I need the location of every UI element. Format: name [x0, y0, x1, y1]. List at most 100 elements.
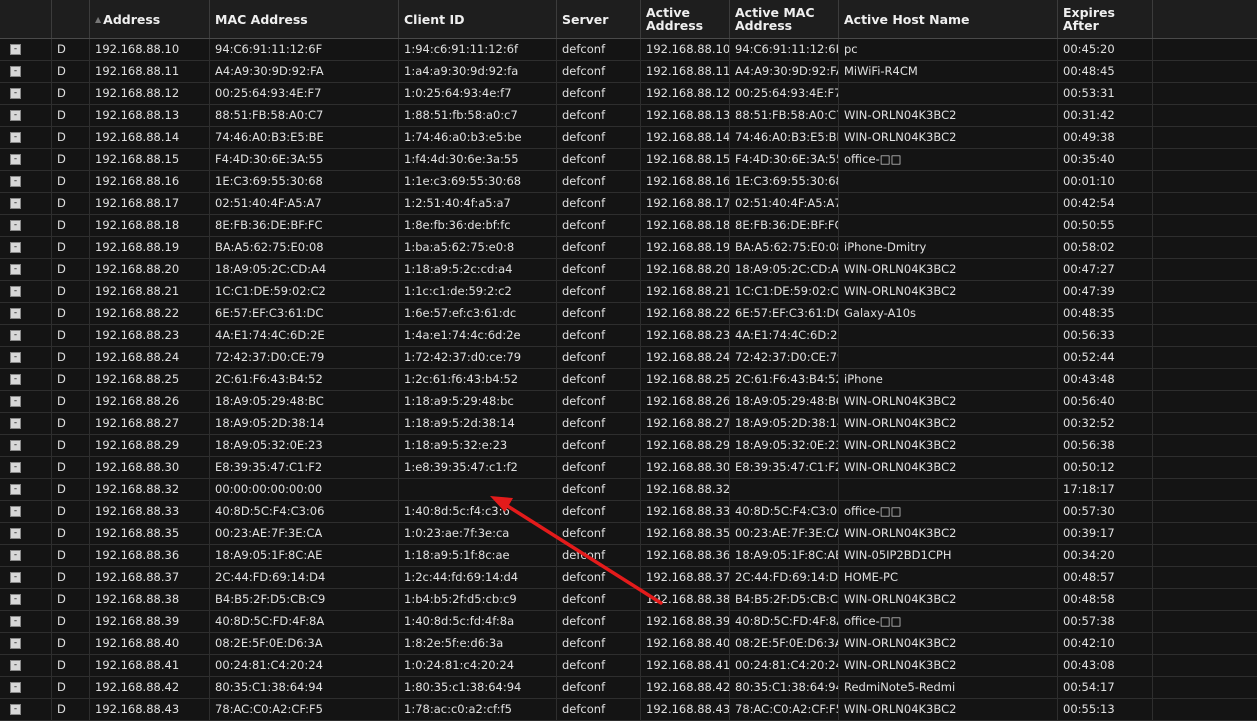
column-header-client-id[interactable]: Client ID [399, 0, 557, 38]
cell-address: 192.168.88.36 [90, 545, 210, 566]
table-row[interactable]: - D 192.168.88.29 18:A9:05:32:0E:23 1:18:a9:… [0, 435, 1257, 457]
table-row[interactable]: - D 192.168.88.35 00:23:AE:7F:3E:CA 1:0:23:a… [0, 523, 1257, 545]
minus-icon[interactable]: - [10, 418, 21, 429]
cell-action: - [0, 303, 52, 324]
minus-icon[interactable]: - [10, 176, 21, 187]
cell-active-mac-address: 94:C6:91:11:12:6F [730, 39, 839, 60]
minus-icon[interactable]: - [10, 198, 21, 209]
cell-active-address: 192.168.88.38 [641, 589, 730, 610]
minus-icon[interactable]: - [10, 396, 21, 407]
cell-active-host-name: WIN-ORLN04K3BC2 [839, 655, 1058, 676]
column-header-active-host-name[interactable]: Active Host Name [839, 0, 1058, 38]
minus-icon[interactable]: - [10, 528, 21, 539]
cell-action: - [0, 567, 52, 588]
minus-icon[interactable]: - [10, 462, 21, 473]
cell-client-id: 1:80:35:c1:38:64:94 [399, 677, 557, 698]
table-row[interactable]: - D 192.168.88.18 8E:FB:36:DE:BF:FC 1:8e:fb:… [0, 215, 1257, 237]
table-row[interactable]: - D 192.168.88.33 40:8D:5C:F4:C3:06 1:40:8d:… [0, 501, 1257, 523]
minus-icon[interactable]: - [10, 594, 21, 605]
table-row[interactable]: - D 192.168.88.12 00:25:64:93:4E:F7 1:0:25:6… [0, 83, 1257, 105]
minus-icon[interactable]: - [10, 374, 21, 385]
cell-active-mac-address: 6E:57:EF:C3:61:DC [730, 303, 839, 324]
table-row[interactable]: - D 192.168.88.39 40:8D:5C:FD:4F:8A 1:40:8d:… [0, 611, 1257, 633]
table-row[interactable]: - D 192.168.88.14 74:46:A0:B3:E5:BE 1:74:46:… [0, 127, 1257, 149]
cell-client-id: 1:ba:a5:62:75:e0:8 [399, 237, 557, 258]
table-row[interactable]: - D 192.168.88.25 2C:61:F6:43:B4:52 1:2c:61:… [0, 369, 1257, 391]
cell-mac-address: 00:24:81:C4:20:24 [210, 655, 399, 676]
minus-icon[interactable]: - [10, 154, 21, 165]
table-row[interactable]: - D 192.168.88.21 1C:C1:DE:59:02:C2 1:1c:c1:… [0, 281, 1257, 303]
table-row[interactable]: - D 192.168.88.36 18:A9:05:1F:8C:AE 1:18:a9:… [0, 545, 1257, 567]
table-row[interactable]: - D 192.168.88.30 E8:39:35:47:C1:F2 1:e8:39:… [0, 457, 1257, 479]
minus-icon[interactable]: - [10, 704, 21, 715]
cell-expires-after: 00:53:31 [1058, 83, 1153, 104]
table-row[interactable]: - D 192.168.88.15 F4:4D:30:6E:3A:55 1:f4:4d:… [0, 149, 1257, 171]
table-row[interactable]: - D 192.168.88.42 80:35:C1:38:64:94 1:80:35:… [0, 677, 1257, 699]
cell-server: defconf [557, 457, 641, 478]
table-body: - D 192.168.88.10 94:C6:91:11:12:6F 1:94:c6:… [0, 39, 1257, 721]
minus-icon[interactable]: - [10, 66, 21, 77]
table-row[interactable]: - D 192.168.88.19 BA:A5:62:75:E0:08 1:ba:a5:… [0, 237, 1257, 259]
table-row[interactable]: - D 192.168.88.13 88:51:FB:58:A0:C7 1:88:51:… [0, 105, 1257, 127]
table-row[interactable]: - D 192.168.88.24 72:42:37:D0:CE:79 1:72:42:… [0, 347, 1257, 369]
table-row[interactable]: - D 192.168.88.37 2C:44:FD:69:14:D4 1:2c:44:… [0, 567, 1257, 589]
minus-icon[interactable]: - [10, 638, 21, 649]
minus-icon[interactable]: - [10, 242, 21, 253]
cell-flags: D [52, 523, 90, 544]
column-header-server[interactable]: Server [557, 0, 641, 38]
minus-icon[interactable]: - [10, 572, 21, 583]
table-row[interactable]: - D 192.168.88.11 A4:A9:30:9D:92:FA 1:a4:a9:… [0, 61, 1257, 83]
table-row[interactable]: - D 192.168.88.20 18:A9:05:2C:CD:A4 1:18:a9:… [0, 259, 1257, 281]
cell-active-host-name: WIN-ORLN04K3BC2 [839, 105, 1058, 126]
cell-active-mac-address: 78:AC:C0:A2:CF:F5 [730, 699, 839, 720]
table-row[interactable]: - D 192.168.88.41 00:24:81:C4:20:24 1:0:24:8… [0, 655, 1257, 677]
cell-address: 192.168.88.38 [90, 589, 210, 610]
minus-icon[interactable]: - [10, 550, 21, 561]
table-row[interactable]: - D 192.168.88.16 1E:C3:69:55:30:68 1:1e:c3:… [0, 171, 1257, 193]
minus-icon[interactable]: - [10, 682, 21, 693]
minus-icon[interactable]: - [10, 616, 21, 627]
table-row[interactable]: - D 192.168.88.26 18:A9:05:29:48:BC 1:18:a9:… [0, 391, 1257, 413]
minus-icon[interactable]: - [10, 484, 21, 495]
table-row[interactable]: - D 192.168.88.22 6E:57:EF:C3:61:DC 1:6e:57:… [0, 303, 1257, 325]
table-row[interactable]: - D 192.168.88.27 18:A9:05:2D:38:14 1:18:a9:… [0, 413, 1257, 435]
column-header-active-address[interactable]: Active Address [641, 0, 730, 38]
table-row[interactable]: - D 192.168.88.38 B4:B5:2F:D5:CB:C9 1:b4:b5:… [0, 589, 1257, 611]
minus-icon[interactable]: - [10, 660, 21, 671]
table-row[interactable]: - D 192.168.88.40 08:2E:5F:0E:D6:3A 1:8:2e:5… [0, 633, 1257, 655]
minus-icon[interactable]: - [10, 286, 21, 297]
table-row[interactable]: - D 192.168.88.17 02:51:40:4F:A5:A7 1:2:51:4… [0, 193, 1257, 215]
column-header-flags[interactable] [52, 0, 90, 38]
minus-icon[interactable]: - [10, 308, 21, 319]
cell-mac-address: B4:B5:2F:D5:CB:C9 [210, 589, 399, 610]
cell-active-address: 192.168.88.41 [641, 655, 730, 676]
minus-icon[interactable]: - [10, 440, 21, 451]
minus-icon[interactable]: - [10, 506, 21, 517]
column-header-active-mac-address[interactable]: Active MAC Address [730, 0, 839, 38]
cell-active-address: 192.168.88.12 [641, 83, 730, 104]
table-row[interactable]: - D 192.168.88.23 4A:E1:74:4C:6D:2E 1:4a:e1:… [0, 325, 1257, 347]
cell-expires-after: 00:47:39 [1058, 281, 1153, 302]
minus-icon[interactable]: - [10, 110, 21, 121]
minus-icon[interactable]: - [10, 220, 21, 231]
cell-mac-address: 72:42:37:D0:CE:79 [210, 347, 399, 368]
column-header-mac-address[interactable]: MAC Address [210, 0, 399, 38]
minus-icon[interactable]: - [10, 352, 21, 363]
cell-action: - [0, 127, 52, 148]
cell-active-host-name: WIN-ORLN04K3BC2 [839, 523, 1058, 544]
cell-flags: D [52, 281, 90, 302]
minus-icon[interactable]: - [10, 88, 21, 99]
cell-flags: D [52, 325, 90, 346]
cell-active-mac-address: 8E:FB:36:DE:BF:FC [730, 215, 839, 236]
column-header-action[interactable] [0, 0, 52, 38]
minus-icon[interactable]: - [10, 44, 21, 55]
column-header-address[interactable]: ▲ Address [90, 0, 210, 38]
cell-active-host-name [839, 215, 1058, 236]
table-row[interactable]: - D 192.168.88.32 00:00:00:00:00:00 defconf 1… [0, 479, 1257, 501]
minus-icon[interactable]: - [10, 132, 21, 143]
cell-client-id: 1:e8:39:35:47:c1:f2 [399, 457, 557, 478]
column-header-expires-after[interactable]: Expires After [1058, 0, 1153, 38]
minus-icon[interactable]: - [10, 264, 21, 275]
table-row[interactable]: - D 192.168.88.10 94:C6:91:11:12:6F 1:94:c6:… [0, 39, 1257, 61]
minus-icon[interactable]: - [10, 330, 21, 341]
